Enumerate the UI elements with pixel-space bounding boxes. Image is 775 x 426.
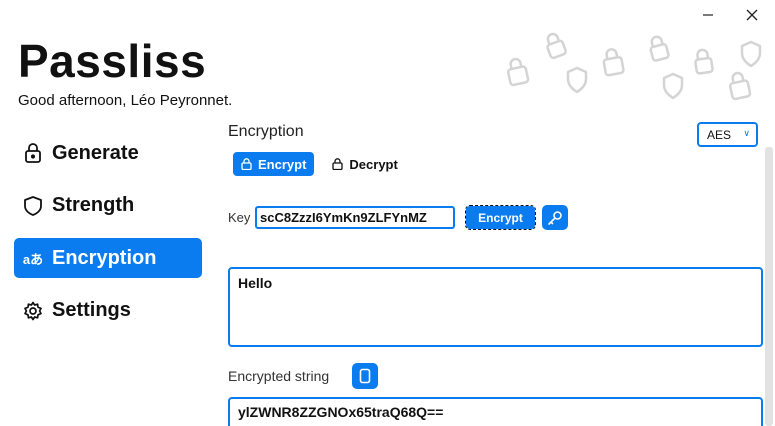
mode-tabs: Encrypt Decrypt bbox=[233, 152, 406, 176]
close-icon bbox=[746, 9, 758, 21]
sidebar-item-label: Strength bbox=[52, 194, 135, 216]
page-title: Encryption bbox=[228, 123, 304, 140]
app-title: Passliss bbox=[18, 35, 207, 87]
sidebar-item-label: Encryption bbox=[52, 246, 157, 269]
close-button[interactable] bbox=[741, 4, 763, 26]
key-input[interactable]: scC8ZzzI6YmKn9ZLFYnMZ bbox=[255, 206, 455, 229]
key-label: Key bbox=[228, 210, 251, 225]
lock-pattern-decoration bbox=[506, 32, 762, 101]
tab-decrypt[interactable]: Decrypt bbox=[324, 152, 405, 176]
key-icon bbox=[548, 210, 562, 225]
minimize-icon bbox=[703, 14, 713, 16]
sidebar-item-settings[interactable]: Settings bbox=[14, 291, 202, 331]
lock-icon bbox=[241, 158, 252, 170]
lock-icon bbox=[332, 158, 344, 170]
tab-encrypt[interactable]: Encrypt bbox=[233, 152, 315, 176]
chevron-down-icon: ∨ bbox=[743, 128, 750, 138]
shield-icon bbox=[22, 195, 44, 217]
sidebar-item-encryption[interactable]: aあ Encryption bbox=[14, 238, 202, 278]
algorithm-value: AES bbox=[707, 127, 732, 142]
encrypted-output[interactable]: ylZWNR8ZZGNOx65traQ68Q== bbox=[228, 397, 763, 426]
generate-key-button[interactable] bbox=[542, 205, 568, 230]
sidebar-item-label: Settings bbox=[52, 299, 131, 321]
scrollbar[interactable] bbox=[765, 147, 773, 426]
encrypt-button[interactable]: Encrypt bbox=[465, 205, 536, 230]
encrypted-string-label: Encrypted string bbox=[228, 368, 330, 384]
sidebar-item-generate[interactable]: Generate bbox=[14, 133, 202, 173]
algorithm-select[interactable]: AES ∨ bbox=[697, 122, 758, 147]
lock-icon bbox=[22, 142, 44, 164]
copy-button[interactable] bbox=[352, 363, 378, 389]
sidebar-item-label: Generate bbox=[52, 141, 139, 164]
sidebar-nav: Generate Strength aあ Encryption Settings bbox=[14, 133, 202, 343]
minimize-button[interactable] bbox=[697, 4, 719, 26]
greeting-text: Good afternoon, Léo Peyronnet. bbox=[18, 92, 233, 109]
plaintext-input[interactable]: Hello bbox=[228, 267, 763, 347]
copy-icon bbox=[359, 368, 371, 384]
sidebar-item-strength[interactable]: Strength bbox=[14, 186, 202, 226]
gear-icon bbox=[22, 300, 44, 322]
tab-label: Decrypt bbox=[349, 156, 398, 172]
tab-label: Encrypt bbox=[258, 156, 307, 172]
translate-icon: aあ bbox=[22, 251, 44, 267]
